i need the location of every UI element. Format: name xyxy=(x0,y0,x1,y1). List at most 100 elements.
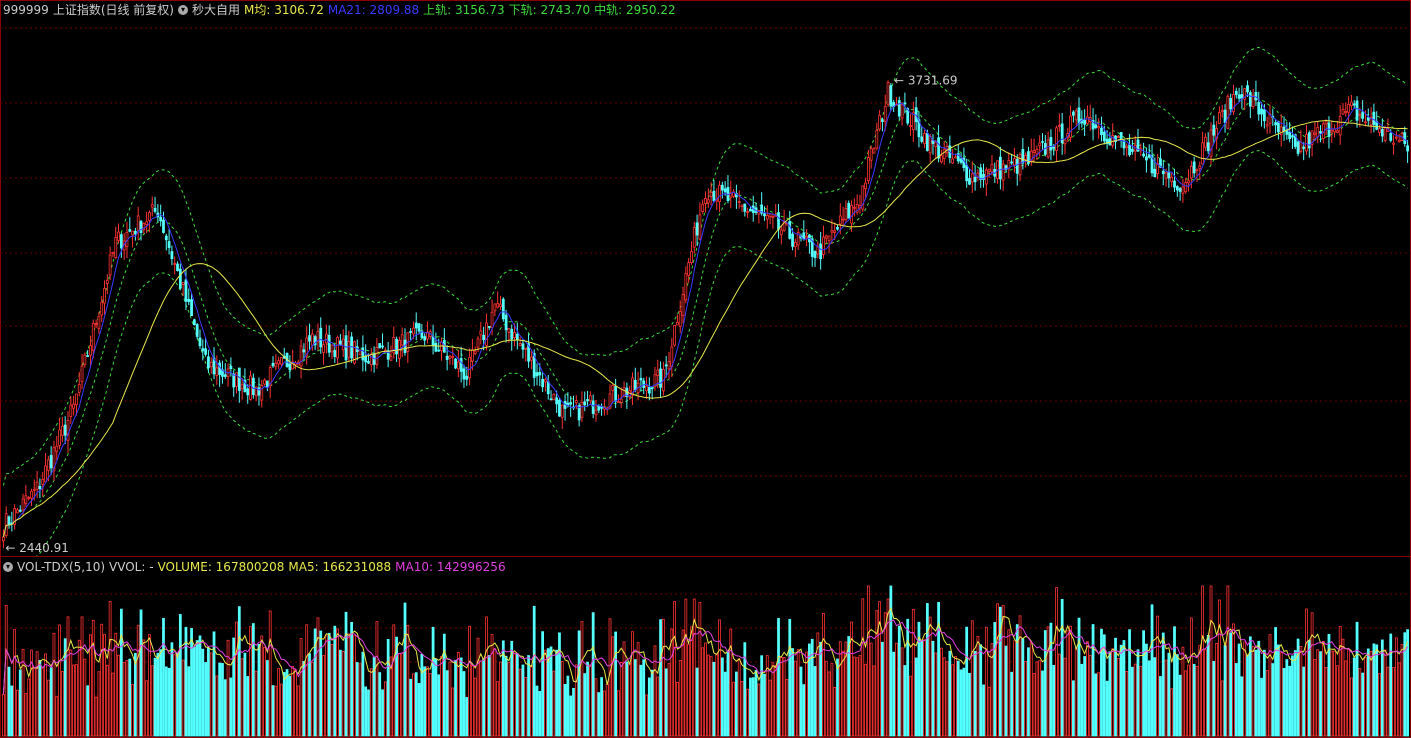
candle-body xyxy=(1055,127,1058,151)
volume-bar xyxy=(914,657,918,737)
volume-bar xyxy=(830,663,834,737)
volume-bar xyxy=(1400,643,1404,737)
volume-bar xyxy=(347,633,351,737)
volume-bar xyxy=(305,624,309,737)
volume-bar xyxy=(1195,665,1199,737)
volume-bar xyxy=(499,661,502,737)
volume-bar xyxy=(1204,649,1207,737)
candle-body xyxy=(448,355,452,359)
volume-indicator-2: MA10: 142996256 xyxy=(395,560,506,574)
candle-body xyxy=(437,349,441,352)
volume-bar xyxy=(976,636,980,737)
candle-body xyxy=(195,324,199,337)
candle-body xyxy=(920,136,924,142)
volume-bar xyxy=(895,642,898,737)
indicator-menu-icon[interactable]: ▾ xyxy=(178,5,188,15)
candle-body xyxy=(1288,131,1292,140)
volume-bar xyxy=(1072,680,1075,737)
volume-bar xyxy=(327,632,331,737)
plugin-name[interactable]: 秒大自用 xyxy=(192,2,240,18)
candle-body xyxy=(824,235,828,239)
candle-body xyxy=(1170,176,1174,183)
candle-body xyxy=(1302,146,1306,149)
volume-bar xyxy=(1136,649,1140,737)
volume-bar xyxy=(114,632,118,737)
volume-bar xyxy=(1150,604,1154,737)
volume-bar xyxy=(1352,657,1356,737)
volume-bar xyxy=(577,630,581,737)
candle-body xyxy=(1175,186,1179,191)
volume-bar xyxy=(52,632,56,737)
volume-bar xyxy=(1041,670,1044,737)
volume-bar xyxy=(1215,642,1219,737)
volume-bar xyxy=(504,655,508,737)
candle-body xyxy=(614,386,618,402)
volume-bar xyxy=(77,639,81,737)
candle-body xyxy=(673,325,676,346)
candle-body xyxy=(656,369,660,377)
price-chart: ← 3731.69 ← 2440.91 xyxy=(0,27,1411,556)
volume-bar xyxy=(1310,612,1314,737)
volume-bar xyxy=(1119,644,1123,737)
candle-body xyxy=(417,323,421,332)
volume-bar xyxy=(1319,651,1322,737)
candle-body xyxy=(779,229,783,236)
volume-bar xyxy=(869,642,873,737)
volume-bar xyxy=(243,652,247,737)
candle-body xyxy=(465,375,469,380)
volume-bar xyxy=(676,681,679,737)
volume-bar xyxy=(336,628,339,737)
volume-bar xyxy=(864,663,867,737)
volume-bar xyxy=(653,645,657,737)
volume-bar xyxy=(1184,670,1188,737)
volume-bar xyxy=(448,661,452,737)
candle-body xyxy=(1313,132,1317,135)
candle-body xyxy=(1153,168,1157,178)
volume-bar xyxy=(1347,649,1351,737)
volume-bar xyxy=(1285,659,1289,737)
volume-bar xyxy=(97,671,101,737)
candle-body xyxy=(173,262,177,265)
candle-body xyxy=(847,202,851,219)
volume-bar xyxy=(383,681,387,737)
volume-bar xyxy=(779,657,783,737)
volume-menu-icon[interactable]: ▾ xyxy=(3,562,13,572)
candle-body xyxy=(148,212,151,221)
candle-body xyxy=(167,241,171,248)
volume-bar xyxy=(959,669,963,737)
candle-body xyxy=(1142,153,1145,157)
candle-body xyxy=(1366,117,1370,121)
volume-bar xyxy=(471,665,474,737)
candle-body xyxy=(841,218,845,221)
candle-body xyxy=(1100,127,1103,135)
volume-bar xyxy=(156,652,160,737)
candle-body xyxy=(1291,135,1294,138)
volume-bar xyxy=(923,639,926,737)
volume-bar xyxy=(162,617,165,737)
candle-body xyxy=(1094,124,1098,128)
candle-body xyxy=(1327,122,1331,137)
volume-bar xyxy=(105,664,109,737)
volume-bar xyxy=(642,659,646,737)
candle-body xyxy=(1212,124,1216,136)
candle-body xyxy=(1305,134,1308,152)
candle-body xyxy=(181,281,185,285)
volume-bar xyxy=(1181,646,1185,737)
candle-body xyxy=(204,348,207,355)
volume-bar xyxy=(153,657,157,737)
volume-bar xyxy=(706,654,710,737)
volume-bar xyxy=(423,666,427,737)
volume-bar xyxy=(409,678,413,737)
volume-bar xyxy=(751,677,755,737)
volume-indicator-name[interactable]: VOL-TDX(5,10) xyxy=(17,559,105,575)
volume-bar xyxy=(490,634,494,737)
candle-body xyxy=(336,337,339,359)
main-indicator-3: 下轨: 2743.70 xyxy=(508,3,591,17)
volume-bar xyxy=(1133,663,1137,737)
volume-bar xyxy=(855,657,859,737)
candle-body xyxy=(58,429,61,446)
volume-bar xyxy=(906,618,910,737)
candle-body xyxy=(586,399,589,402)
candle-body xyxy=(909,125,912,127)
candle-body xyxy=(462,368,466,380)
